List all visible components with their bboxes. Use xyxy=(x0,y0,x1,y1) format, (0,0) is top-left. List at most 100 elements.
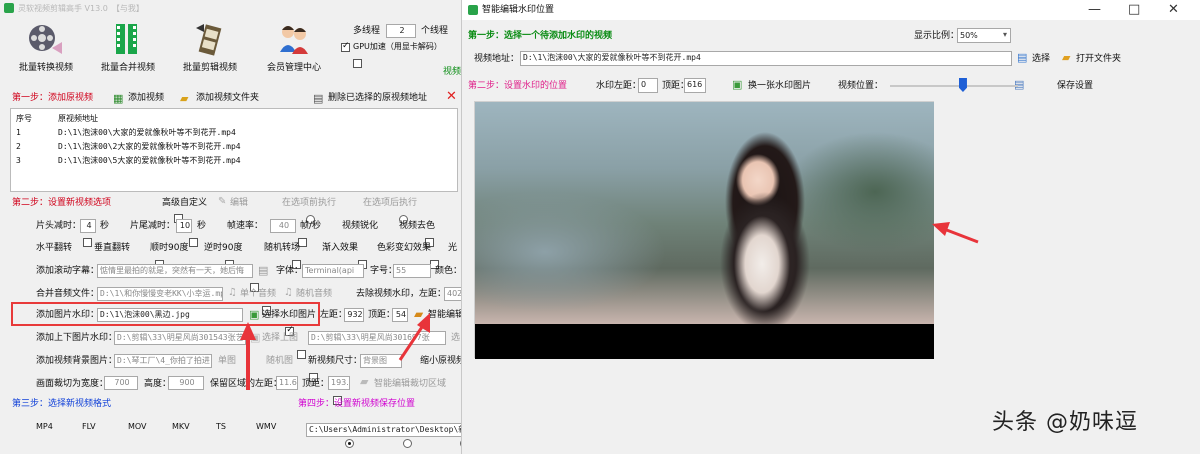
random-image-button[interactable]: 随机图 xyxy=(266,355,293,367)
crop-width-input[interactable]: 700 xyxy=(104,376,138,390)
format-mp4-label: MP4 xyxy=(36,422,53,431)
smart-edit-button[interactable]: 智能编辑 xyxy=(428,309,461,321)
crop-height-input[interactable]: 900 xyxy=(168,376,204,390)
bg-image-path-input[interactable]: D:\琴工厂\4_你拍了拍进 xyxy=(114,354,212,368)
main-window-title: 灵软视频剪辑高手 V13.0 xyxy=(18,3,108,13)
table-row[interactable]: 3 D:\1\泡沫00\5大家的爱就像秋叶等不到花开.mp4 xyxy=(11,154,457,167)
font-select[interactable]: Terminal(api xyxy=(302,264,364,278)
text-edit-icon[interactable]: ▤ xyxy=(258,264,268,277)
watermark-top-input[interactable]: 54 xyxy=(392,308,408,322)
crop-top-input[interactable]: 193.3 xyxy=(328,376,350,390)
video-preview[interactable] xyxy=(474,101,934,359)
tail-cut-input[interactable]: 10 xyxy=(176,219,192,233)
row-path: D:\1\泡沫00\大家的爱就像秋叶等不到花开.mp4 xyxy=(58,128,236,137)
pencil-icon: ✎ xyxy=(218,196,227,207)
row-index: 1 xyxy=(16,128,21,137)
multithread-label: 多线程 xyxy=(353,26,381,36)
merge-audio-label: 合并音频文件： xyxy=(36,289,100,299)
gpu-checkbox[interactable] xyxy=(352,59,362,68)
new-size-select[interactable]: 背景图 xyxy=(360,354,402,368)
video-path-input[interactable]: D:\1\泡沫00\大家的爱就像秋叶等不到花开.mp4 xyxy=(520,51,1012,66)
format-flv-radio[interactable] xyxy=(402,439,412,448)
edit-film-icon xyxy=(196,24,222,56)
bottom-image-path-input[interactable]: D:\剪辑\33\明星风尚301697张 xyxy=(308,331,446,345)
edit-button[interactable]: 编辑 xyxy=(230,197,248,209)
rotate-ccw-label: 逆时90度 xyxy=(204,243,243,253)
watermark-left-input[interactable]: 932 xyxy=(344,308,364,322)
format-ts-label: TS xyxy=(216,422,226,431)
minimize-button[interactable]: — xyxy=(1088,2,1101,17)
keep-left-label: 保留区域的左距： xyxy=(210,379,283,389)
watermark-left-input[interactable]: 0 xyxy=(638,78,658,93)
video-tag: 视频 xyxy=(443,67,462,77)
vflip-label: 垂直翻转 xyxy=(94,243,131,253)
single-image-button[interactable]: 单图 xyxy=(218,355,236,367)
add-folder-button[interactable]: 添加视频文件夹 xyxy=(196,92,259,104)
batch-merge-button[interactable]: 批量合并视频 xyxy=(88,20,168,80)
font-label: 字体： xyxy=(276,266,304,276)
dialog-step2-title: 第二步：设置水印的位置 xyxy=(468,81,568,91)
size-select[interactable]: 55 xyxy=(393,264,431,278)
hflip-label: 水平翻转 xyxy=(36,243,73,253)
close-button[interactable]: ✕ xyxy=(1168,2,1179,17)
change-image-button[interactable]: 换一张水印图片 xyxy=(748,80,811,92)
video-path-label: 视频地址： xyxy=(474,54,520,64)
format-mkv-label: MKV xyxy=(172,422,190,431)
top-image-icon: ▣ xyxy=(250,331,261,344)
overlay-watermark-text: 头条 @奶味逗 xyxy=(992,410,1138,435)
row-index: 3 xyxy=(16,156,21,165)
video-list-table[interactable]: 序号 原视频地址 1 D:\1\泡沫00\大家的爱就像秋叶等不到花开.mp4 2… xyxy=(10,108,458,192)
select-top-image-button[interactable]: 选择上图 xyxy=(262,332,298,344)
watermark-path-input[interactable]: D:\1\泡沫00\黑边.jpg xyxy=(97,308,243,322)
member-center-button[interactable]: 会员管理中心 xyxy=(254,20,334,80)
main-window-title-extra: 【与我】 xyxy=(111,3,144,13)
save-path-input[interactable]: C:\Users\Administrator\Desktop\新建 xyxy=(306,423,461,437)
head-cut-checkbox[interactable] xyxy=(83,238,93,247)
folder-icon: ▰ xyxy=(1062,51,1071,64)
col-path-header: 原视频地址 xyxy=(58,114,98,123)
thread-count-input[interactable]: 2 xyxy=(386,24,416,38)
frame-rate-input[interactable]: 40 xyxy=(270,219,296,233)
table-row[interactable]: 1 D:\1\泡沫00\大家的爱就像秋叶等不到花开.mp4 xyxy=(11,126,457,139)
format-mp4-radio[interactable] xyxy=(344,439,354,448)
close-red-icon[interactable]: ✕ xyxy=(446,89,457,104)
head-cut-label: 片头减时： xyxy=(36,221,82,231)
scroll-caption-input[interactable]: 惦情里最拍的就是，突然有一天，她后悔 xyxy=(97,264,253,278)
save-settings-button[interactable]: 保存设置 xyxy=(1057,80,1093,92)
open-folder-button[interactable]: 打开文件夹 xyxy=(1076,53,1121,65)
zoom-select[interactable]: 50% ▾ xyxy=(957,28,1011,43)
select-watermark-button[interactable]: 选择水印图片 xyxy=(262,309,316,321)
format-mov-label: MOV xyxy=(128,422,147,431)
watermark-left-label: 水印左距： xyxy=(596,81,642,91)
top-image-path-input[interactable]: D:\剪辑\33\明星风尚301543张艺 xyxy=(114,331,246,345)
random-audio-button[interactable]: 随机音频 xyxy=(296,288,332,300)
remove-left-input[interactable]: 402 xyxy=(444,287,461,301)
table-row[interactable]: 2 D:\1\泡沫00\2大家的爱就像秋叶等不到花开.mp4 xyxy=(11,140,457,153)
random-transition-label: 随机转场 xyxy=(264,243,301,253)
batch-merge-label: 批量合并视频 xyxy=(100,63,155,73)
head-cut-input[interactable]: 4 xyxy=(80,219,96,233)
step4-title: 第四步：设置新视频保存位置 xyxy=(298,399,416,409)
batch-convert-button[interactable]: 批量转换视频 xyxy=(6,20,86,80)
single-audio-button[interactable]: 单个音频 xyxy=(240,288,276,300)
multithread-checkbox[interactable] xyxy=(341,41,350,52)
topbottom-watermark-checkbox[interactable] xyxy=(297,350,307,359)
smart-crop-button[interactable]: 智能编辑裁切区域 xyxy=(374,378,446,390)
black-border-watermark[interactable] xyxy=(475,324,934,359)
maximize-button[interactable]: □ xyxy=(1128,2,1140,17)
member-center-label: 会员管理中心 xyxy=(266,63,321,73)
watermark-top-input[interactable]: 616 xyxy=(684,78,706,93)
select-bottom-image-button[interactable]: 选 xyxy=(451,332,460,344)
keep-left-input[interactable]: 11.66 xyxy=(276,376,298,390)
random-audio-icon: ♫ xyxy=(284,287,293,298)
select-video-button[interactable]: 选择 xyxy=(1032,53,1050,65)
delete-selected-button[interactable]: 删除已选择的原视频地址 xyxy=(328,92,427,104)
audio-path-input[interactable]: D:\1\和你慢慢变老KK\小幸运.mp xyxy=(97,287,223,301)
tail-cut-checkbox[interactable] xyxy=(189,238,199,247)
batch-edit-button[interactable]: 批量剪辑视频 xyxy=(170,20,250,80)
gpu-label: GPU加速（用显卡解码） xyxy=(353,42,442,51)
batch-edit-label: 批量剪辑视频 xyxy=(182,63,237,73)
add-video-button[interactable]: 添加视频 xyxy=(128,92,164,104)
row-path: D:\1\泡沫00\5大家的爱就像秋叶等不到花开.mp4 xyxy=(58,156,241,165)
video-position-slider[interactable] xyxy=(890,85,1018,87)
